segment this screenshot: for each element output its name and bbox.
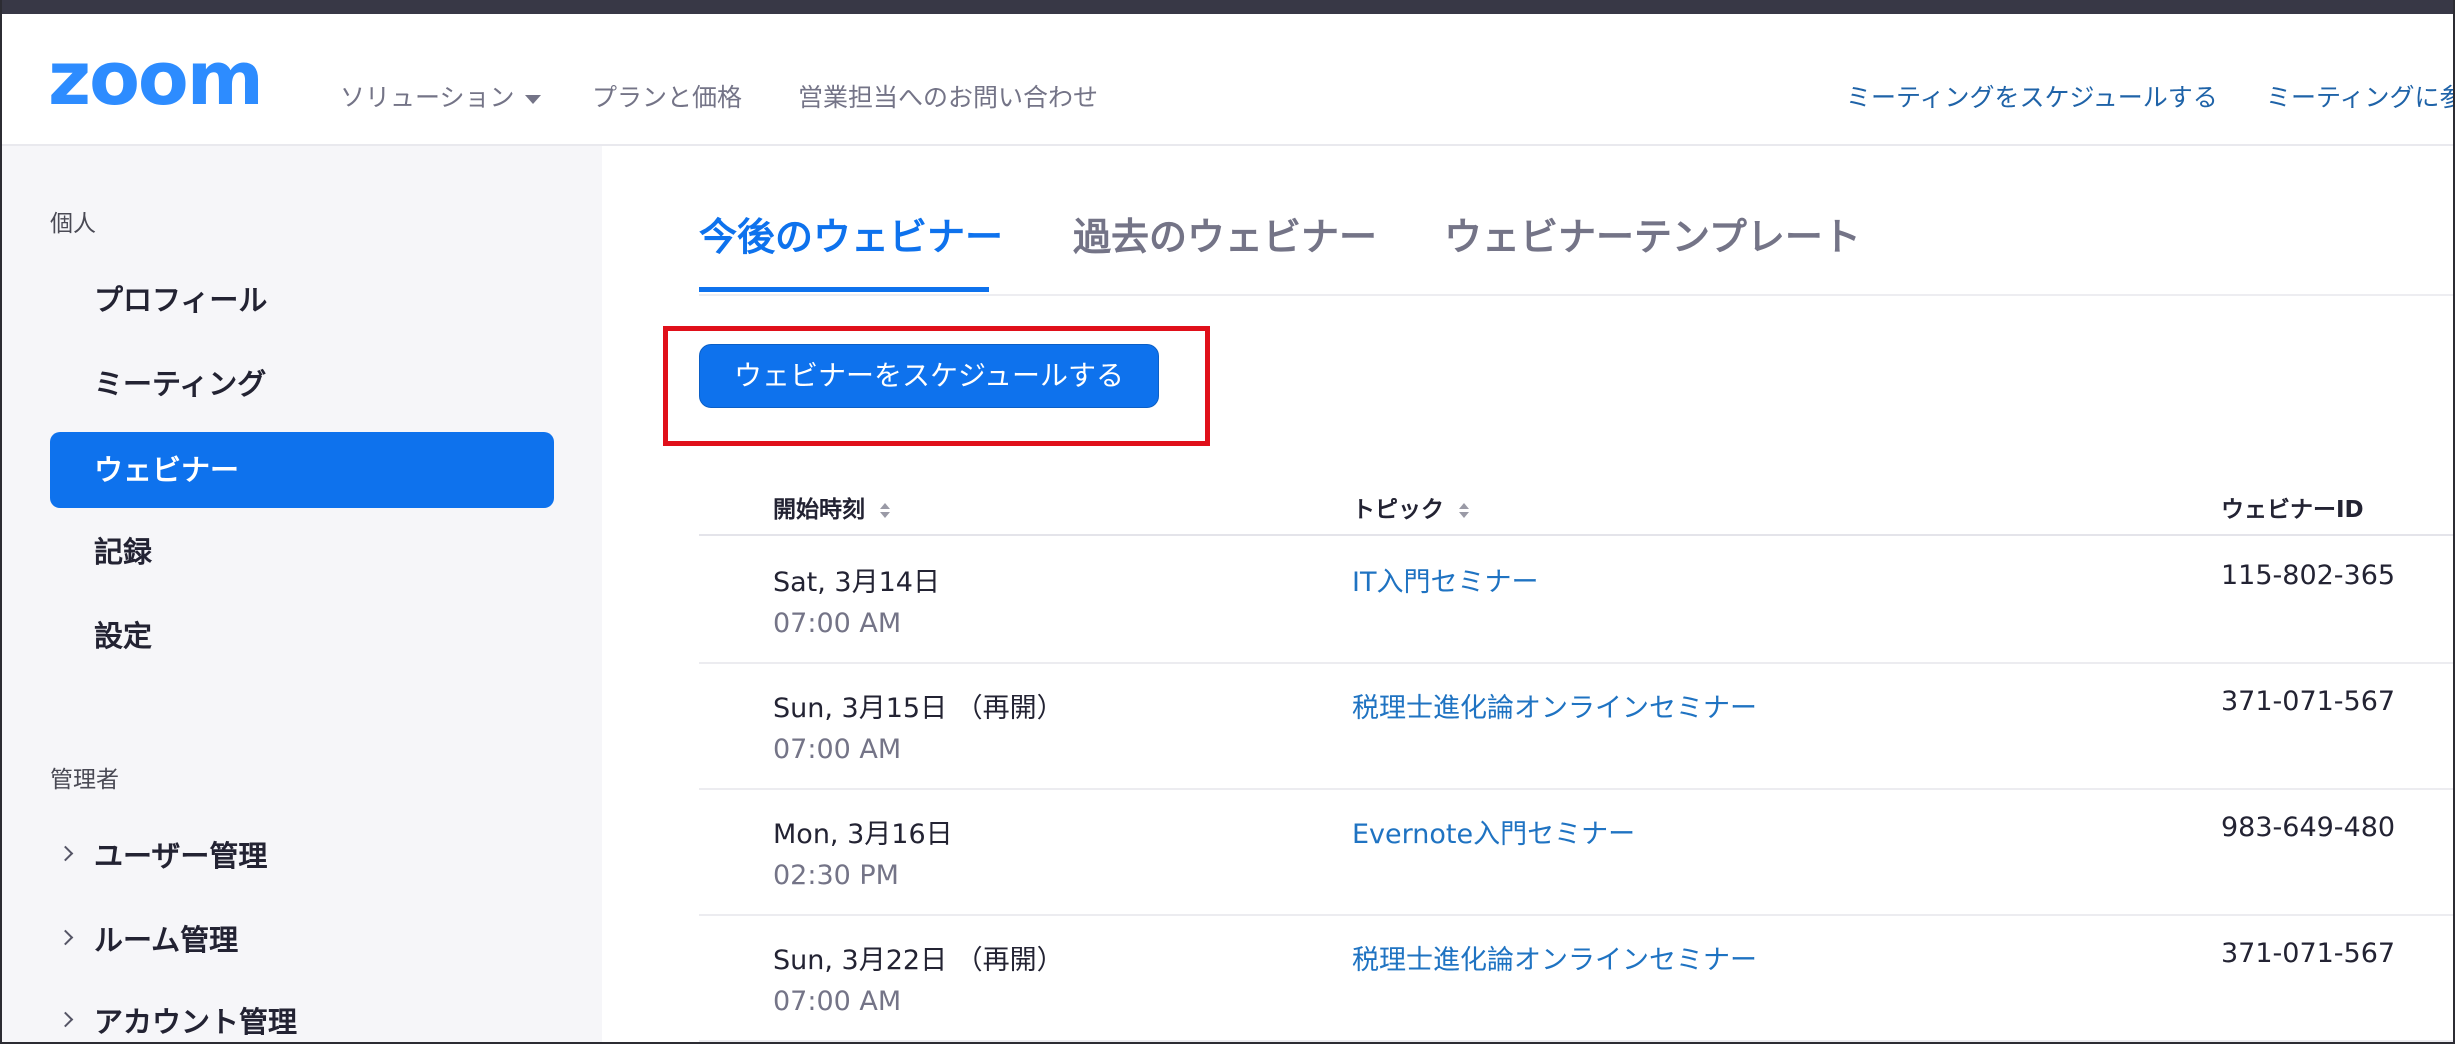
main-content: 今後のウェビナー 過去のウェビナー ウェビナーテンプレート ウェビナーをスケジュ… <box>602 146 2453 1042</box>
row-time: 02:30 PM <box>773 860 899 891</box>
column-label: トピック <box>1352 497 1444 523</box>
row-topic-link[interactable]: Evernote入門セミナー <box>1352 812 1635 851</box>
row-time: 07:00 AM <box>773 734 902 765</box>
site-header: zoom ソリューション プランと価格 営業担当へのお問い合わせ ミーティングを… <box>2 14 2453 146</box>
sidebar-item-profile[interactable]: プロフィール <box>50 262 554 338</box>
sidebar-item-user-management[interactable]: ユーザー管理 <box>50 818 554 894</box>
nav-solutions[interactable]: ソリューション <box>340 78 541 114</box>
chevron-right-icon <box>57 845 74 862</box>
sidebar-item-label: ルーム管理 <box>94 923 239 957</box>
webinar-tabs: 今後のウェビナー 過去のウェビナー ウェビナーテンプレート <box>699 146 2453 296</box>
caret-down-icon <box>524 94 541 104</box>
table-row: Sun, 3月22日 （再開） 07:00 AM 税理士進化論オンラインセミナー… <box>699 916 2453 1042</box>
row-webinar-id: 983-649-480 <box>2221 812 2396 843</box>
nav-contact-sales[interactable]: 営業担当へのお問い合わせ <box>798 78 1098 114</box>
sidebar-item-meetings[interactable]: ミーティング <box>50 346 554 422</box>
sidebar-item-webinars[interactable]: ウェビナー <box>50 432 554 508</box>
personal-section-label: 個人 <box>50 211 96 237</box>
nav-plans[interactable]: プランと価格 <box>592 78 742 114</box>
sidebar-item-settings[interactable]: 設定 <box>50 598 554 674</box>
sidebar-item-label: アカウント管理 <box>94 1005 298 1039</box>
schedule-webinar-button[interactable]: ウェビナーをスケジュールする <box>699 344 1159 408</box>
window-top-bar <box>2 0 2453 14</box>
sidebar-item-room-management[interactable]: ルーム管理 <box>50 902 554 978</box>
row-date: Sat, 3月14日 <box>773 567 940 598</box>
chevron-right-icon <box>57 1011 74 1028</box>
chevron-right-icon <box>57 929 74 946</box>
row-date: Sun, 3月22日 （再開） <box>773 945 1064 976</box>
row-time: 07:00 AM <box>773 986 902 1017</box>
sidebar-item-account-management[interactable]: アカウント管理 <box>50 984 554 1042</box>
row-date: Mon, 3月16日 <box>773 819 953 850</box>
column-topic[interactable]: トピック <box>1352 490 1470 524</box>
browser-frame: zoom ソリューション プランと価格 営業担当へのお問い合わせ ミーティングを… <box>0 0 2455 1044</box>
row-topic-link[interactable]: 税理士進化論オンラインセミナー <box>1352 938 1757 977</box>
column-webinar-id: ウェビナーID <box>2221 497 2364 523</box>
sidebar: 個人 プロフィール ミーティング ウェビナー 記録 設定 管理者 ユーザー管理 … <box>2 146 602 1042</box>
logo-text: zoom <box>48 48 262 114</box>
active-tab-indicator <box>699 287 989 292</box>
tab-upcoming-webinars[interactable]: 今後のウェビナー <box>699 206 1003 261</box>
column-label: 開始時刻 <box>773 497 865 523</box>
tab-webinar-templates[interactable]: ウェビナーテンプレート <box>1444 206 1861 261</box>
column-start-time[interactable]: 開始時刻 <box>773 490 891 524</box>
sidebar-item-recordings[interactable]: 記録 <box>50 514 554 590</box>
schedule-meeting-link[interactable]: ミーティングをスケジュールする <box>1846 78 2218 114</box>
table-row: Sun, 3月15日 （再開） 07:00 AM 税理士進化論オンラインセミナー… <box>699 664 2453 790</box>
row-time: 07:00 AM <box>773 608 902 639</box>
row-webinar-id: 371-071-567 <box>2221 686 2396 717</box>
row-webinar-id: 115-802-365 <box>2221 560 2396 591</box>
row-topic-link[interactable]: 税理士進化論オンラインセミナー <box>1352 686 1757 725</box>
zoom-logo[interactable]: zoom <box>48 36 278 122</box>
row-topic-link[interactable]: IT入門セミナー <box>1352 560 1538 599</box>
sidebar-item-label: ユーザー管理 <box>94 839 268 873</box>
row-date: Sun, 3月15日 （再開） <box>773 693 1064 724</box>
join-meeting-link[interactable]: ミーティングに参 <box>2266 78 2453 114</box>
table-header: 開始時刻 トピック ウェビナーID <box>699 464 2453 536</box>
row-webinar-id: 371-071-567 <box>2221 938 2396 969</box>
sort-icon <box>879 502 891 520</box>
tab-previous-webinars[interactable]: 過去のウェビナー <box>1073 206 1377 261</box>
admin-section-label: 管理者 <box>50 767 119 793</box>
nav-solutions-label: ソリューション <box>340 83 515 112</box>
sort-icon <box>1458 502 1470 520</box>
table-row: Sat, 3月14日 07:00 AM IT入門セミナー 115-802-365 <box>699 538 2453 664</box>
table-row: Mon, 3月16日 02:30 PM Evernote入門セミナー 983-6… <box>699 790 2453 916</box>
